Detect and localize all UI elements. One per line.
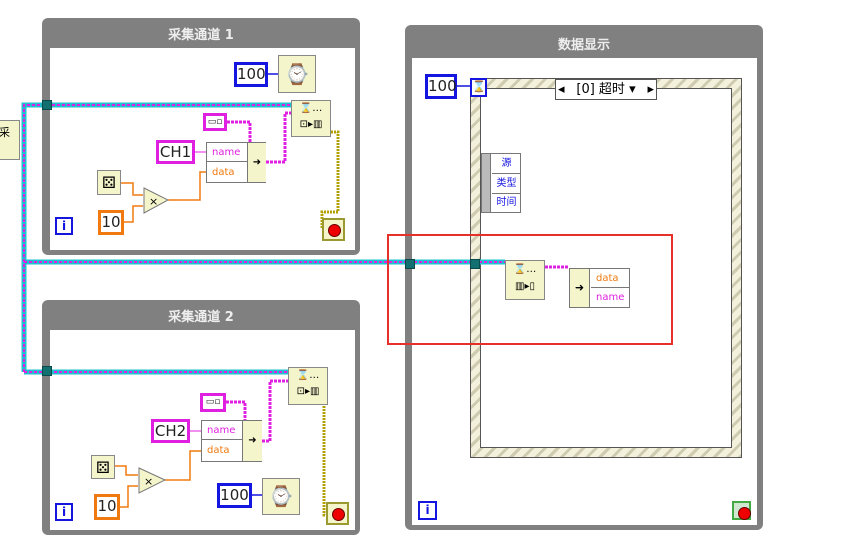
wait-constant[interactable]: 100 — [217, 483, 252, 508]
cluster-constant-icon[interactable]: ▭▫ — [200, 393, 226, 412]
tunnel — [42, 366, 52, 376]
wait-constant[interactable]: 100 — [234, 62, 268, 87]
event-field-source: 源 — [492, 154, 521, 174]
iteration-terminal: i — [55, 217, 73, 235]
bundle-by-name[interactable]: name data ➜ — [206, 142, 266, 183]
cluster-constant-icon[interactable]: ▭▫ — [203, 113, 227, 131]
increment-arrow-icon[interactable]: ▸ — [647, 80, 654, 99]
multiplier-constant[interactable]: 10 — [94, 494, 120, 520]
event-data-node[interactable]: 源 类型 时间 — [481, 153, 521, 213]
enqueue-element-icon[interactable]: ⌛… ⊡▸▥ — [291, 100, 331, 137]
timeout-hourglass-icon: ⌛ — [470, 78, 487, 97]
node-label: 采 — [0, 126, 10, 139]
stop-terminal-icon[interactable] — [732, 501, 751, 520]
event-field-time: 时间 — [496, 197, 517, 208]
decrement-arrow-icon[interactable]: ◂ — [558, 80, 565, 99]
random-number-dice-icon[interactable]: ⚄ — [91, 455, 115, 479]
iteration-terminal: i — [418, 501, 437, 520]
bundle-by-name[interactable]: name data ➜ — [201, 420, 262, 462]
case-selector[interactable]: ◂ [0] 超时 ▾ ▸ — [555, 79, 657, 100]
bundle-field-name: name — [202, 421, 242, 440]
timeout-constant[interactable]: 100 — [425, 74, 457, 99]
dropdown-arrow-icon[interactable]: ▾ — [629, 82, 636, 97]
svg-text:×: × — [144, 475, 153, 488]
channel-constant[interactable]: CH2 — [151, 419, 190, 443]
event-field-type: 类型 — [492, 174, 521, 194]
bundle-field-name: name — [207, 143, 247, 162]
highlight-box — [387, 234, 673, 345]
bundle-field-data: data — [212, 167, 235, 178]
multiply-icon[interactable]: × — [143, 187, 169, 214]
tunnel — [42, 100, 52, 110]
obtain-queue-node[interactable]: 采 — [0, 120, 20, 160]
wait-ms-icon[interactable]: ⌚ — [262, 478, 300, 515]
random-number-dice-icon[interactable]: ⚄ — [97, 170, 121, 195]
svg-text:×: × — [149, 195, 158, 208]
stop-terminal-icon[interactable] — [322, 218, 345, 241]
iteration-terminal: i — [55, 503, 73, 521]
bundle-field-data: data — [207, 445, 230, 456]
channel-constant[interactable]: CH1 — [156, 140, 195, 164]
enqueue-element-icon[interactable]: ⌛… ⊡▸▥ — [288, 367, 328, 405]
case-selector-label: [0] 超时 — [576, 82, 625, 97]
multiplier-constant[interactable]: 10 — [98, 210, 124, 235]
stop-terminal-icon[interactable] — [326, 502, 349, 525]
multiply-icon[interactable]: × — [138, 467, 166, 494]
wait-ms-icon[interactable]: ⌚ — [278, 55, 316, 93]
